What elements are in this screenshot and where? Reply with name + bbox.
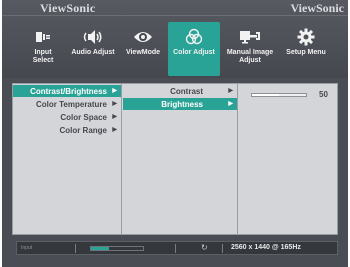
refresh-icon: ↻ [201, 243, 208, 252]
tab-manual-image-adjust[interactable]: Manual Image Adjust [220, 22, 280, 76]
arrow-right-icon: ▶ [228, 101, 233, 107]
brand-logo-right: ViewSonic [290, 1, 344, 15]
status-divider [175, 244, 176, 253]
tab-input-select[interactable]: Input Select [18, 22, 68, 76]
tab-label: Audio Adjust [71, 49, 115, 56]
speaker-icon [68, 25, 118, 49]
value-column: 50 [239, 84, 337, 234]
menu-item-color-range[interactable]: Color Range ▶ [13, 124, 121, 136]
osd-window: ViewSonic ViewSonic Input Select Audio A… [2, 0, 348, 267]
arrow-right-icon: ▶ [228, 88, 233, 94]
tab-audio-adjust[interactable]: Audio Adjust [68, 22, 118, 76]
brightness-value: 50 [319, 90, 328, 99]
tab-label: Input Select [32, 49, 54, 64]
status-bar: Input ↻ 2560 x 1440 @ 165Hz [16, 241, 338, 255]
tab-label: Manual Image Adjust [226, 49, 274, 64]
menu-item-color-temperature[interactable]: Color Temperature ▶ [13, 98, 121, 110]
status-divider [222, 244, 223, 253]
tab-color-adjust[interactable]: Color Adjust [168, 22, 220, 76]
menu-item-label: Contrast/Brightness [30, 86, 107, 96]
main-menu-tabs: Input Select Audio Adjust ViewMode Color… [18, 22, 332, 76]
menu-item-label: Brightness [161, 99, 203, 109]
submenu-column-1: Contrast/Brightness ▶ Color Temperature … [13, 84, 122, 234]
brightness-slider[interactable] [251, 93, 307, 97]
header-divider [2, 15, 348, 16]
arrow-right-icon: ▶ [112, 101, 117, 107]
tab-label: Color Adjust [173, 49, 215, 56]
input-indicator: Input [21, 245, 33, 251]
menu-item-contrast-brightness[interactable]: Contrast/Brightness ▶ [13, 85, 121, 97]
arrow-right-icon: ▶ [112, 127, 117, 133]
level-indicator-fill [91, 247, 110, 250]
gear-icon [280, 25, 332, 49]
brightness-slider-fill [252, 94, 279, 96]
menu-item-label: Color Space [60, 112, 107, 122]
submenu-column-2: Contrast ▶ Brightness ▶ [123, 84, 238, 234]
monitor-wrench-icon [220, 25, 280, 49]
color-circles-icon [168, 25, 220, 49]
eye-icon [118, 25, 168, 49]
tab-setup-menu[interactable]: Setup Menu [280, 22, 332, 76]
menu-item-color-space[interactable]: Color Space ▶ [13, 111, 121, 123]
arrow-right-icon: ▶ [112, 88, 117, 94]
tab-viewmode[interactable]: ViewMode [118, 22, 168, 76]
menu-item-label: Contrast [170, 86, 203, 96]
level-indicator [90, 246, 144, 251]
arrow-right-icon: ▶ [112, 114, 117, 120]
submenu-panel: Contrast/Brightness ▶ Color Temperature … [12, 83, 338, 235]
tab-label: ViewMode [125, 49, 161, 56]
resolution-text: 2560 x 1440 @ 165Hz [231, 244, 301, 251]
menu-item-label: Color Temperature [36, 99, 107, 109]
osd-header: ViewSonic ViewSonic Input Select Audio A… [2, 0, 348, 78]
menu-item-label: Color Range [59, 125, 107, 135]
input-icon [18, 25, 68, 49]
brand-logo: ViewSonic [40, 1, 96, 15]
menu-item-brightness[interactable]: Brightness ▶ [123, 98, 237, 110]
menu-item-contrast[interactable]: Contrast ▶ [123, 85, 237, 97]
status-divider [75, 244, 76, 253]
tab-label: Setup Menu [286, 49, 326, 56]
